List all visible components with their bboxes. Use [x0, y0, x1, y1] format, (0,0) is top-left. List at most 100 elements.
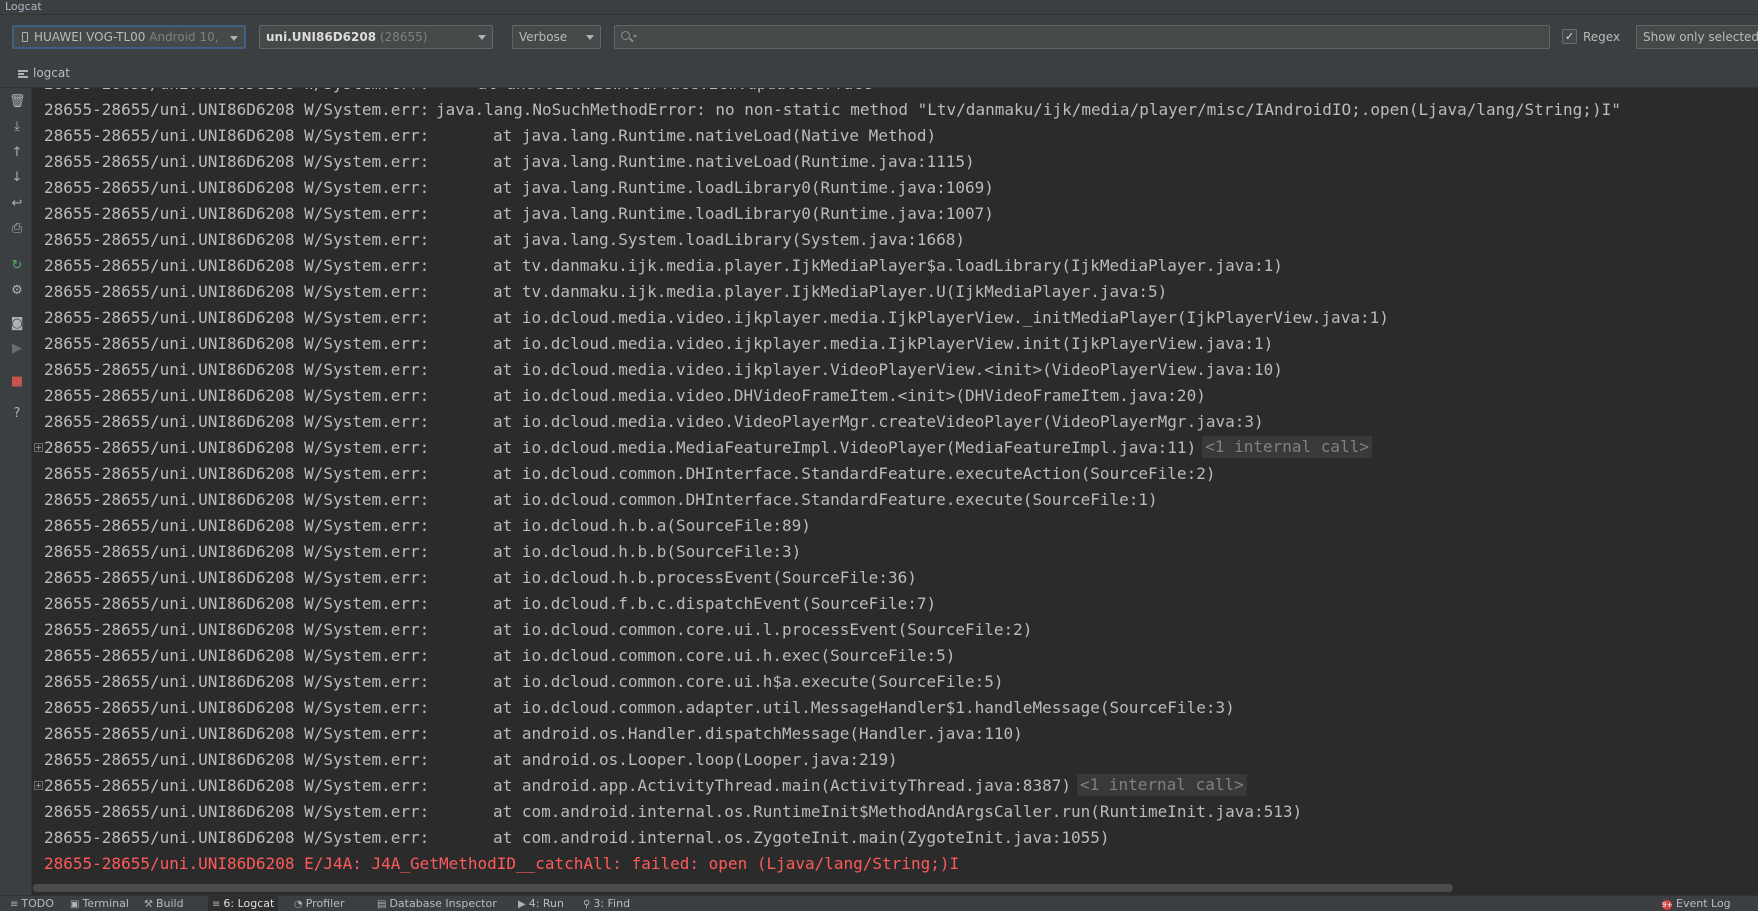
bottom-tab-build[interactable]: ⚒ Build — [140, 896, 188, 911]
filter-value: Show only selected — [1643, 30, 1758, 44]
log-line: 28655-28655/uni.UNI86D6208 W/System.err:… — [33, 227, 1758, 253]
tab-logcat[interactable]: logcat — [33, 66, 70, 80]
log-line-message: at io.dcloud.common.DHInterface.Standard… — [493, 490, 1158, 509]
help-icon[interactable]: ? — [9, 406, 25, 422]
log-line: 28655-28655/uni.UNI86D6208 W/System.err:… — [33, 409, 1758, 435]
logcat-tab-icon — [18, 70, 28, 78]
log-line-prefix: 28655-28655/uni.UNI86D6208 W/System.err: — [44, 802, 430, 821]
tool-window-icon: ≡ — [212, 899, 221, 910]
log-line: 28655-28655/uni.UNI86D6208 W/System.err:… — [33, 383, 1758, 409]
log-line: 28655-28655/uni.UNI86D6208 W/System.err:… — [33, 435, 1758, 461]
log-line-message: at io.dcloud.common.adapter.util.Message… — [493, 698, 1235, 717]
log-line-prefix: 28655-28655/uni.UNI86D6208 W/System.err: — [44, 776, 430, 795]
log-line-message: at android.os.Handler.dispatchMessage(Ha… — [493, 724, 1023, 743]
phone-icon — [22, 32, 28, 42]
log-line: 28655-28655/uni.UNI86D6208 W/System.err:… — [33, 331, 1758, 357]
log-line-message: at io.dcloud.common.DHInterface.Standard… — [493, 464, 1216, 483]
search-icon[interactable] — [621, 31, 630, 40]
log-line: 28655-28655/uni.UNI86D6208 W/System.err:… — [33, 591, 1758, 617]
tool-window-bar: ≡ TODO ▣ Terminal ⚒ Build ≡ 6: Logcat ◔ Profiler ▤… — [0, 895, 1758, 911]
log-line-message: at io.dcloud.media.video.ijkplayer.media… — [493, 334, 1274, 353]
log-level-selector[interactable]: Verbose — [512, 25, 601, 49]
log-line-prefix: 28655-28655/uni.UNI86D6208 W/System.err: — [44, 828, 430, 847]
event-log-button[interactable]: 9+ Event Log — [1658, 896, 1735, 911]
log-line-prefix: 28655-28655/uni.UNI86D6208 W/System.err: — [44, 490, 430, 509]
tool-window-icon: ⚒ — [144, 899, 153, 910]
screen-capture-icon[interactable]: ◙ — [9, 316, 25, 332]
log-line-prefix: 28655-28655/uni.UNI86D6208 W/System.err: — [44, 620, 430, 639]
print-icon[interactable]: ⎙ — [9, 221, 25, 237]
chevron-down-icon[interactable] — [586, 35, 594, 40]
expand-fold-icon[interactable] — [34, 781, 43, 790]
regex-checkbox[interactable]: ✓ — [1562, 29, 1577, 44]
log-line: 28655-28655/uni.UNI86D6208 W/System.err:… — [33, 461, 1758, 487]
chevron-down-icon[interactable] — [230, 36, 238, 41]
logcat-tab-bar: logcat — [0, 58, 1758, 88]
log-line: 28655-28655/uni.UNI86D6208 W/System.err:… — [33, 175, 1758, 201]
log-line-message: at io.dcloud.common.core.ui.h.exec(Sourc… — [493, 646, 956, 665]
bottom-tab-todo[interactable]: ≡ TODO — [6, 896, 58, 911]
log-line-message: at com.android.internal.os.ZygoteInit.ma… — [493, 828, 1110, 847]
log-line-message: at io.dcloud.common.core.ui.h$a.execute(… — [493, 672, 1004, 691]
log-line-message: at android.app.ActivityThread.main(Activ… — [493, 773, 1247, 799]
log-line-prefix: 28655-28655/uni.UNI86D6208 W/System.err: — [44, 672, 430, 691]
log-line-prefix: 28655-28655/uni.UNI86D6208 W/System.err: — [44, 256, 430, 275]
log-line: 28655-28655/uni.UNI86D6208 W/System.err:… — [33, 539, 1758, 565]
log-line-prefix: 28655-28655/uni.UNI86D6208 W/System.err: — [44, 516, 430, 535]
down-arrow-icon[interactable]: ↓ — [9, 170, 25, 186]
tool-window-icon: ≡ — [10, 899, 19, 910]
search-history-icon[interactable] — [633, 35, 637, 38]
search-input[interactable] — [614, 25, 1550, 49]
log-line-message: at android.os.Looper.loop(Looper.java:21… — [493, 750, 898, 769]
log-line-message: at io.dcloud.media.MediaFeatureImpl.Vide… — [493, 435, 1372, 461]
bottom-tab-3-find[interactable]: ⚲ 3: Find — [579, 896, 634, 911]
trash-icon[interactable]: 🗑 — [9, 94, 26, 110]
bottom-tab-terminal[interactable]: ▣ Terminal — [66, 896, 133, 911]
log-line: 28655-28655/uni.UNI86D6208 W/System.err:… — [33, 799, 1758, 825]
bottom-tab-6-logcat[interactable]: ≡ 6: Logcat — [208, 896, 279, 911]
event-log-badge: 9+ — [1662, 900, 1673, 910]
log-line-prefix: 28655-28655/uni.UNI86D6208 W/System.err: — [44, 282, 430, 301]
log-line-prefix: 28655-28655/uni.UNI86D6208 W/System.err: — [44, 724, 430, 743]
log-line-prefix: 28655-28655/uni.UNI86D6208 W/System.err: — [44, 698, 430, 717]
filter-selector[interactable]: Show only selected — [1636, 25, 1758, 49]
log-line: 28655-28655/uni.UNI86D6208 W/System.err:… — [33, 123, 1758, 149]
internal-call-hint[interactable]: <1 internal call> — [1076, 774, 1247, 796]
log-line-message: java.lang.NoSuchMethodError: no non-stat… — [436, 100, 1621, 119]
log-line-prefix: 28655-28655/uni.UNI86D6208 W/System.err: — [44, 386, 430, 405]
tool-window-icon: ◔ — [294, 899, 303, 910]
restart-icon[interactable]: ↻ — [9, 258, 25, 274]
device-selector[interactable]: HUAWEI VOG-TL00 Android 10, — [12, 25, 246, 49]
log-line-prefix: 28655-28655/uni.UNI86D6208 W/System.err: — [44, 126, 430, 145]
up-arrow-icon[interactable]: ↑ — [9, 145, 25, 161]
log-line: 28655-28655/uni.UNI86D6208 W/System.err:… — [33, 279, 1758, 305]
process-selector[interactable]: uni.UNI86D6208 (28655) — [259, 25, 493, 49]
internal-call-hint[interactable]: <1 internal call> — [1202, 436, 1372, 458]
stop-icon[interactable]: ■ — [9, 374, 25, 390]
screen-record-icon[interactable]: ▶ — [9, 341, 25, 357]
chevron-down-icon[interactable] — [478, 35, 486, 40]
settings-icon[interactable]: ⚙ — [9, 283, 25, 299]
log-line-message: at java.lang.System.loadLibrary(System.j… — [493, 230, 966, 249]
bottom-tab-4-run[interactable]: ▶ 4: Run — [514, 896, 568, 911]
bottom-tab-database-inspector[interactable]: ▤ Database Inspector — [373, 896, 501, 911]
tool-window-icon: ▤ — [377, 899, 387, 910]
log-line-prefix: 28655-28655/uni.UNI86D6208 W/System.err: — [44, 230, 430, 249]
tool-window-icon: ⚲ — [583, 899, 591, 910]
log-output[interactable]: 28655-28655/uni.UNI86D6208 W/System.err:… — [33, 88, 1758, 895]
log-line-prefix: 28655-28655/uni.UNI86D6208 W/System.err: — [44, 646, 430, 665]
bottom-tab-profiler[interactable]: ◔ Profiler — [290, 896, 348, 911]
checkmark-icon: ✓ — [1564, 30, 1575, 43]
soft-wrap-icon[interactable]: ↩ — [9, 196, 25, 212]
log-line-prefix: 28655-28655/uni.UNI86D6208 W/System.err: — [44, 360, 430, 379]
logcat-side-toolbar: 🗑 ⤓ ↑ ↓ ↩ ⎙ ↻ ⚙ ◙ ▶ ■ ? — [0, 88, 32, 895]
log-line-prefix: 28655-28655/uni.UNI86D6208 W/System.err: — [44, 308, 430, 327]
scroll-to-end-icon[interactable]: ⤓ — [9, 119, 25, 135]
expand-fold-icon[interactable] — [34, 443, 43, 452]
log-level-value: Verbose — [519, 30, 568, 44]
regex-label[interactable]: Regex — [1583, 29, 1620, 45]
horizontal-scrollbar[interactable] — [33, 884, 1453, 892]
log-line-prefix: 28655-28655/uni.UNI86D6208 W/System.err: — [44, 438, 430, 457]
log-line-message: at io.dcloud.h.b.processEvent(SourceFile… — [493, 568, 917, 587]
log-line: 28655-28655/uni.UNI86D6208 W/System.err:… — [33, 617, 1758, 643]
